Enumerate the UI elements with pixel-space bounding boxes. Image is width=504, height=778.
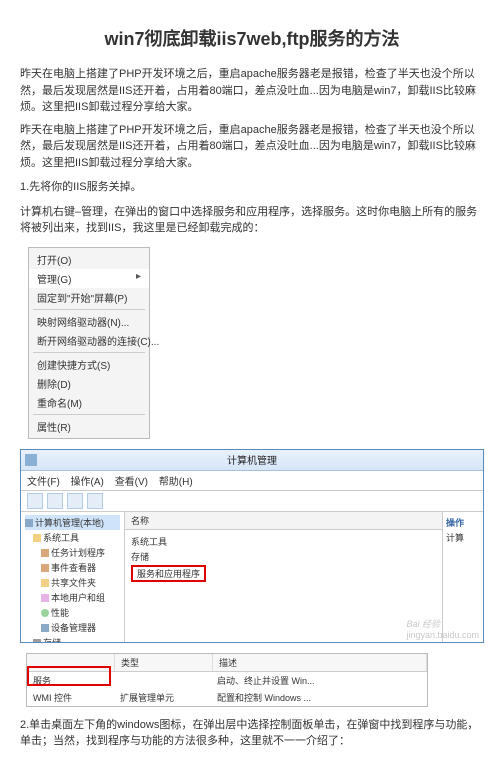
page-title: win7彻底卸载iis7web,ftp服务的方法 [20,25,484,51]
menu-file[interactable]: 文件(F) [27,477,60,488]
refresh-icon[interactable] [67,493,83,509]
computer-management-window: 计算机管理 文件(F) 操作(A) 查看(V) 帮助(H) 计算机管理(本地) … [20,449,484,643]
list-item-systools[interactable]: 系统工具 [131,534,436,549]
tree-eventviewer[interactable]: 事件查看器 [25,560,120,575]
services-row-1[interactable]: 服务 启动、终止并设置 Win... [27,672,427,689]
services-list: 类型 描述 服务 启动、终止并设置 Win... WMI 控件 扩展管理单元 配… [26,653,428,707]
col-desc[interactable]: 描述 [213,654,427,671]
menu-shortcut[interactable]: 创建快捷方式(S) [29,355,149,374]
forward-icon[interactable] [47,493,63,509]
col-name[interactable] [27,654,115,671]
tree-storage[interactable]: 存储 [25,635,120,642]
list-header-name[interactable]: 名称 [125,512,442,530]
list-item-storage[interactable]: 存储 [131,549,436,564]
chevron-right-icon: ▸ [136,271,141,282]
menu-manage-label: 管理(G) [37,275,71,286]
step-1-desc: 计算机右键–管理，在弹出的窗口中选择服务和应用程序，选择服务。这时你电脑上所有的… [20,204,484,237]
intro-para-2: 昨天在电脑上搭建了PHP开发环境之后，重启apache服务器老是报错，检查了半天… [20,122,484,172]
tree-sharedfolders[interactable]: 共享文件夹 [25,575,120,590]
tree-systools[interactable]: 系统工具 [25,530,120,545]
menu-delete[interactable]: 删除(D) [29,374,149,393]
toolbar [21,491,483,512]
watermark: Bai 经验 jingyan.baidu.com [406,617,479,640]
menu-manage[interactable]: 管理(G) ▸ [29,269,149,288]
window-title: 计算机管理 [227,452,277,467]
menu-action[interactable]: 操作(A) [71,477,104,488]
menubar: 文件(F) 操作(A) 查看(V) 帮助(H) [21,471,483,491]
help-icon[interactable] [87,493,103,509]
action-pane-item[interactable]: 计算 [446,531,480,544]
app-icon [25,454,37,466]
menu-disconnect-drive[interactable]: 断开网络驱动器的连接(C)... [29,331,149,350]
tree-taskscheduler[interactable]: 任务计划程序 [25,545,120,560]
step-1-heading: 1.先将你的IIS服务关掉。 [20,179,484,196]
menu-pin[interactable]: 固定到"开始"屏幕(P) [29,288,149,307]
intro-para-1: 昨天在电脑上搭建了PHP开发环境之后，重启apache服务器老是报错，检查了半天… [20,66,484,116]
menu-rename[interactable]: 重命名(M) [29,393,149,412]
list-item-servicesapps[interactable]: 服务和应用程序 [131,564,436,583]
tree-localusers[interactable]: 本地用户和组 [25,590,120,605]
menu-open[interactable]: 打开(O) [29,250,149,269]
back-icon[interactable] [27,493,43,509]
menu-properties[interactable]: 属性(R) [29,417,149,436]
window-titlebar: 计算机管理 [21,450,483,471]
col-type[interactable]: 类型 [115,654,213,671]
step-2: 2.单击桌面左下角的windows图标，在弹出层中选择控制面板单击，在弹窗中找到… [20,717,484,750]
tree-root[interactable]: 计算机管理(本地) [25,515,120,530]
menu-view[interactable]: 查看(V) [115,477,148,488]
menu-map-drive[interactable]: 映射网络驱动器(N)... [29,312,149,331]
menu-help[interactable]: 帮助(H) [159,477,193,488]
list-pane: 名称 系统工具 存储 服务和应用程序 [125,512,442,642]
action-pane-header: 操作 [446,514,480,531]
tree-pane: 计算机管理(本地) 系统工具 任务计划程序 事件查看器 共享文件夹 本地用户和组… [21,512,125,642]
context-menu: 打开(O) 管理(G) ▸ 固定到"开始"屏幕(P) 映射网络驱动器(N)...… [28,247,150,439]
services-header: 类型 描述 [27,654,427,672]
tree-device[interactable]: 设备管理器 [25,620,120,635]
services-row-2[interactable]: WMI 控件 扩展管理单元 配置和控制 Windows ... [27,689,427,706]
tree-performance[interactable]: 性能 [25,605,120,620]
